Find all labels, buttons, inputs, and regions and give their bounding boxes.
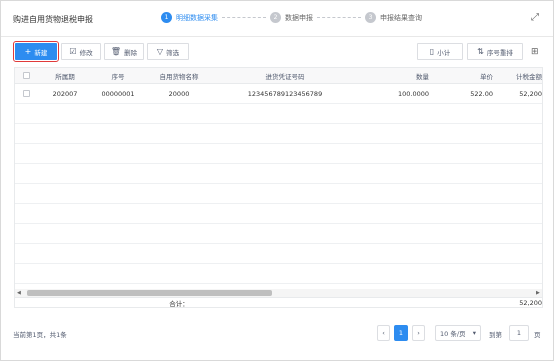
step-2[interactable]: 2 数据申报 [270,12,313,23]
page-number-button[interactable]: 1 [394,325,408,341]
footer-spacer [15,298,143,307]
bookmark-icon: ▯ [429,46,435,56]
edit-button-label: 修改 [79,48,93,57]
records-count: 当前第1页，共1条 [13,331,67,339]
cell-qty: 100.0000 [397,89,429,98]
column-header-name[interactable]: 自用货物名称 [143,68,215,83]
app-window: 购进自用货物退税申报 1 明细数据采集 2 数据申报 3 申报结果查询 ⤢ + … [0,0,554,361]
filter-button-label: 筛选 [166,48,180,57]
empty-row [15,104,542,124]
step-connector [222,17,266,18]
select-all-cell [15,68,37,83]
scrollbar-thumb[interactable] [27,290,272,296]
data-table: 所属期 序号 自用货物名称 进货凭证号码 数量 单价 计税金额 202007 0… [14,67,543,308]
empty-row [15,224,542,244]
goto-page-unit: 页 [534,331,541,339]
plus-icon: + [24,46,32,56]
next-page-button[interactable]: › [412,325,425,341]
empty-row [15,244,542,264]
pagination-bar: 当前第1页，共1条 ‹ 1 › 10 条/页 ▾ 到第 1 页 [1,319,553,349]
cell-voucher: 123456789123456789 [247,89,323,98]
step-2-label: 数据申报 [285,13,313,22]
edit-icon: ☑ [69,46,77,56]
table-footer: 合计： 52,200 [15,297,542,308]
scroll-left-icon[interactable]: ◀ [17,289,21,297]
cell-name: 20000 [168,89,190,98]
toolbar: + 新建 ☑ 修改 🗑 删除 ▽ 筛选 ▯ 小计 ⇅ 序号重排 ⊞ [1,41,553,63]
empty-row [15,164,542,184]
trash-icon: 🗑 [110,46,122,56]
new-button[interactable]: + 新建 [13,41,59,62]
select-all-checkbox[interactable] [22,72,30,79]
subtotal-button-label: 小计 [437,48,451,57]
page-header: 购进自用货物退税申报 1 明细数据采集 2 数据申报 3 申报结果查询 ⤢ [1,1,553,37]
empty-row [15,124,542,144]
row-select-cell [15,84,37,103]
filter-button[interactable]: ▽ 筛选 [147,43,189,60]
delete-button[interactable]: 🗑 删除 [104,43,144,60]
goto-label: 到第 [489,331,502,339]
empty-row [15,144,542,164]
cell-seq: 00000001 [101,89,135,98]
column-header-qty[interactable]: 数量 [355,68,435,83]
empty-row [15,204,542,224]
page-title: 购进自用货物退税申报 [13,15,93,24]
row-checkbox[interactable] [22,90,30,97]
new-button-label: 新建 [34,48,48,57]
step-1-number: 1 [161,12,172,23]
step-progress: 1 明细数据采集 2 数据申报 3 申报结果查询 [161,12,422,23]
page-size-value: 10 条/页 [440,330,466,338]
step-connector [317,17,361,18]
scroll-right-icon[interactable]: ▶ [536,289,540,297]
horizontal-scrollbar[interactable]: ◀ ▶ [15,289,542,297]
filter-icon: ▽ [156,46,164,56]
delete-button-label: 删除 [124,48,138,57]
goto-page-input[interactable]: 1 [509,325,529,341]
column-header-voucher[interactable]: 进货凭证号码 [215,68,355,83]
step-3[interactable]: 3 申报结果查询 [365,12,422,23]
chevron-down-icon: ▾ [472,329,476,337]
footer-total-label: 合计： [169,300,189,308]
step-1-label: 明细数据采集 [176,13,218,22]
step-3-label: 申报结果查询 [380,13,422,22]
footer-spacer [215,298,499,307]
column-header-amount[interactable]: 计税金额 [499,68,542,83]
sort-button-label: 序号重排 [486,48,513,57]
empty-row [15,184,542,204]
chevron-left-icon: ‹ [382,329,385,337]
table-row[interactable]: 202007 00000001 20000 123456789123456789… [15,84,542,104]
step-3-number: 3 [365,12,376,23]
column-header-period[interactable]: 所属期 [37,68,93,83]
grid-icon[interactable]: ⊞ [531,47,539,57]
footer-total-amount: 52,200 [519,299,542,307]
sort-button[interactable]: ⇅ 序号重排 [467,43,523,60]
cell-price: 522.00 [470,89,493,98]
page-size-select[interactable]: 10 条/页 ▾ [435,325,481,341]
column-header-price[interactable]: 单价 [435,68,499,83]
table-header: 所属期 序号 自用货物名称 进货凭证号码 数量 单价 计税金额 [15,68,542,84]
prev-page-button[interactable]: ‹ [377,325,390,341]
empty-row [15,264,542,284]
cell-period: 202007 [52,89,78,98]
expand-icon[interactable]: ⤢ [531,12,539,23]
subtotal-button[interactable]: ▯ 小计 [417,43,463,60]
chevron-right-icon: › [417,329,420,337]
sort-icon: ⇅ [477,46,484,56]
step-1[interactable]: 1 明细数据采集 [161,12,218,23]
step-2-number: 2 [270,12,281,23]
edit-button[interactable]: ☑ 修改 [61,43,101,60]
cell-amount: 52,200 [519,89,542,98]
column-header-seq[interactable]: 序号 [93,68,143,83]
